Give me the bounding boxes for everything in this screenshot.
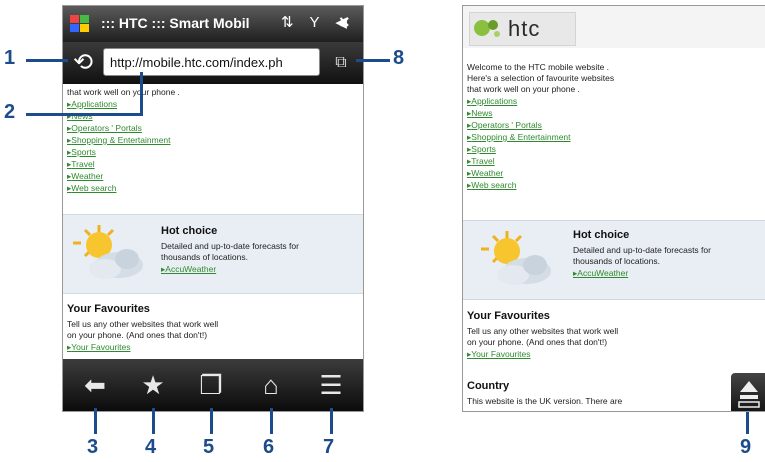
weather-sun-cloud-icon <box>481 231 551 285</box>
htc-logo: htc <box>469 12 576 46</box>
callout-5-leader <box>210 408 213 434</box>
hot-choice-line1: Detailed and up-to-date forecasts for <box>161 241 299 251</box>
callout-3-leader <box>94 408 97 434</box>
callout-8-leader <box>356 59 390 62</box>
callout-2: 2 <box>4 101 16 123</box>
callout-1: 1 <box>4 47 16 69</box>
status-bar: ::: HTC ::: Smart Mobil ⇅ Y ◀ × <box>63 6 363 42</box>
callout-9-leader <box>746 412 749 434</box>
callout-6-leader <box>270 408 273 434</box>
intro-line1: Welcome to the HTC mobile website . <box>467 62 610 72</box>
hot-choice-title: Hot choice <box>573 229 630 241</box>
link-travel[interactable]: Travel <box>67 159 94 170</box>
link-travel[interactable]: Travel <box>467 156 494 167</box>
favourites-line2: on your phone. (And ones that don't!) <box>67 330 208 340</box>
link-web-search[interactable]: Web search <box>467 180 516 191</box>
hot-choice-line2: thousands of locations. <box>573 256 660 266</box>
window-title: ::: HTC ::: Smart Mobil <box>101 15 250 31</box>
back-icon[interactable]: ⬅ <box>77 367 113 403</box>
callout-2-leader <box>26 113 142 116</box>
link-accuweather[interactable]: AccuWeather <box>161 264 216 275</box>
hot-choice-panel: Hot choice Detailed and up-to-date forec… <box>63 214 363 294</box>
intro-text: that work well on your phone . <box>67 87 180 97</box>
link-accuweather[interactable]: AccuWeather <box>573 268 628 279</box>
home-icon[interactable]: ⌂ <box>253 367 289 403</box>
country-title: Country <box>467 380 510 392</box>
callout-6: 6 <box>263 436 275 458</box>
hot-choice-panel: Hot choice Detailed and up-to-date forec… <box>463 220 765 300</box>
link-operators-portals[interactable]: Operators ' Portals <box>467 120 542 131</box>
menu-icon[interactable]: ☰ <box>313 367 349 403</box>
link-your-favourites[interactable]: Your Favourites <box>467 349 530 360</box>
favourites-title: Your Favourites <box>67 303 150 315</box>
page-view-icon[interactable]: ⧉ <box>331 52 351 74</box>
favourites-line1: Tell us any other websites that work wel… <box>67 319 219 329</box>
phone-screen-full-view: htc Welcome to the HTC mobile website . … <box>462 5 765 412</box>
link-weather[interactable]: Weather <box>67 171 103 182</box>
weather-sun-cloud-icon <box>73 225 143 279</box>
eject-icon <box>738 381 760 408</box>
web-page-content: Welcome to the HTC mobile website . Here… <box>463 48 765 411</box>
show-toolbar-button[interactable] <box>731 373 765 411</box>
favorites-icon[interactable]: ★ <box>135 367 171 403</box>
callout-7-leader <box>330 408 333 434</box>
close-icon[interactable]: × <box>339 12 350 33</box>
link-sports[interactable]: Sports <box>67 147 96 158</box>
htc-logo-text: htc <box>508 16 541 41</box>
address-bar: ⟲ http://mobile.htc.com/index.ph ⧉ <box>63 42 363 84</box>
hot-choice-line2: thousands of locations. <box>161 252 248 262</box>
callout-7: 7 <box>323 436 335 458</box>
callout-8: 8 <box>393 47 405 69</box>
intro-line3: that work well on your phone . <box>467 84 580 94</box>
link-applications[interactable]: Applications <box>67 99 117 110</box>
link-applications[interactable]: Applications <box>467 96 517 107</box>
intro-line2: Here's a selection of favourite websites <box>467 73 615 83</box>
link-web-search[interactable]: Web search <box>67 183 116 194</box>
favourites-line2: on your phone. (And ones that don't!) <box>467 337 608 347</box>
windows-start-icon[interactable] <box>69 13 91 35</box>
link-operators-portals[interactable]: Operators ' Portals <box>67 123 142 134</box>
url-field[interactable]: http://mobile.htc.com/index.ph <box>103 48 320 76</box>
refresh-icon[interactable]: ⟲ <box>69 50 97 76</box>
favourites-title: Your Favourites <box>467 310 550 322</box>
web-page-content: that work well on your phone . Applicati… <box>63 84 363 359</box>
callout-3: 3 <box>87 436 99 458</box>
htc-logo-icon <box>474 20 500 37</box>
callout-4: 4 <box>145 436 157 458</box>
htc-header: htc <box>463 6 765 48</box>
callout-4-leader <box>152 408 155 434</box>
browser-toolbar: ⬅ ★ ❐ ⌂ ☰ <box>63 359 363 411</box>
link-weather[interactable]: Weather <box>467 168 503 179</box>
phone-screen-toolbar-view: ::: HTC ::: Smart Mobil ⇅ Y ◀ × ⟲ http:/… <box>62 5 364 412</box>
link-news[interactable]: News <box>467 108 492 119</box>
callout-9: 9 <box>740 436 752 458</box>
callout-2-leader-v <box>140 72 143 116</box>
link-your-favourites[interactable]: Your Favourites <box>67 342 130 353</box>
link-shopping[interactable]: Shopping & Entertainment <box>67 135 170 146</box>
link-sports[interactable]: Sports <box>467 144 496 155</box>
country-line1: This website is the UK version. There ar… <box>467 396 623 406</box>
hot-choice-title: Hot choice <box>161 225 218 237</box>
callout-5: 5 <box>203 436 215 458</box>
windows-icon[interactable]: ❐ <box>193 367 229 403</box>
hot-choice-line1: Detailed and up-to-date forecasts for <box>573 245 711 255</box>
favourites-line1: Tell us any other websites that work wel… <box>467 326 619 336</box>
callout-1-leader <box>26 59 68 62</box>
link-shopping[interactable]: Shopping & Entertainment <box>467 132 570 143</box>
